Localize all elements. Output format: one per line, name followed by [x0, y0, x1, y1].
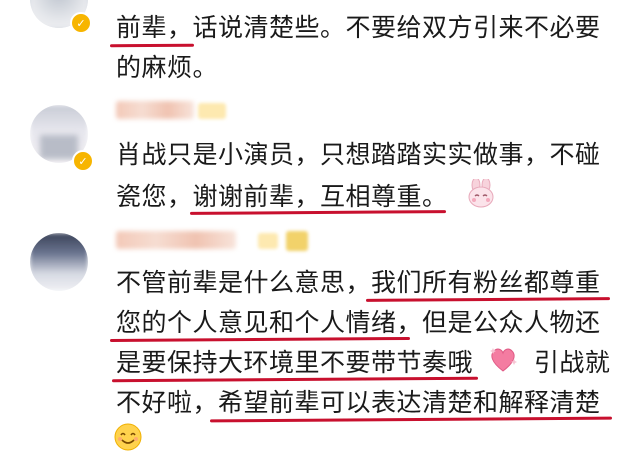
highlight-underline: [365, 297, 611, 302]
highlight-underline: [109, 43, 195, 48]
smile-emoji: [112, 421, 144, 455]
comment-item: ✓ 肖战只是小演员，只想踏踏实实做事，不碰 瓷您，谢谢前辈，互相尊重。: [0, 95, 640, 225]
sparkle-heart-emoji: [489, 347, 518, 381]
verified-badge-icon: ✓: [70, 12, 92, 34]
level-badge: [198, 103, 226, 119]
bunny-face-emoji: [466, 177, 496, 217]
verified-badge-icon: ✓: [72, 150, 94, 172]
comment-text-line: 不管前辈是什么意思，我们所有粉丝都尊重: [116, 268, 601, 297]
comment-text-line: 肖战只是小演员，只想踏踏实实做事，不碰: [116, 140, 601, 169]
comment-text-line: 的麻烦。: [116, 53, 219, 82]
fan-badge: [286, 231, 308, 251]
user-avatar[interactable]: [30, 233, 88, 291]
comment-text-line: 您的个人意见和个人情绪，但是公众人物还: [116, 308, 601, 337]
username-blurred[interactable]: [116, 101, 194, 119]
comment-text-line: 不好啦，希望前辈可以表达清楚和解释清楚: [116, 388, 601, 417]
comment-item: 不管前辈是什么意思，我们所有粉丝都尊重 您的个人意见和个人情绪，但是公众人物还 …: [0, 225, 640, 451]
comment-text-line: 是要保持大环境里不要带节奏哦 引战就: [116, 347, 610, 381]
username-blurred[interactable]: [116, 231, 236, 249]
comment-item: ✓ 前辈，话说清楚些。不要给双方引来不必要 的麻烦。: [0, 0, 640, 95]
comment-text-line: 前辈，话说清楚些。不要给双方引来不必要: [116, 13, 601, 42]
level-badge: [258, 233, 278, 249]
